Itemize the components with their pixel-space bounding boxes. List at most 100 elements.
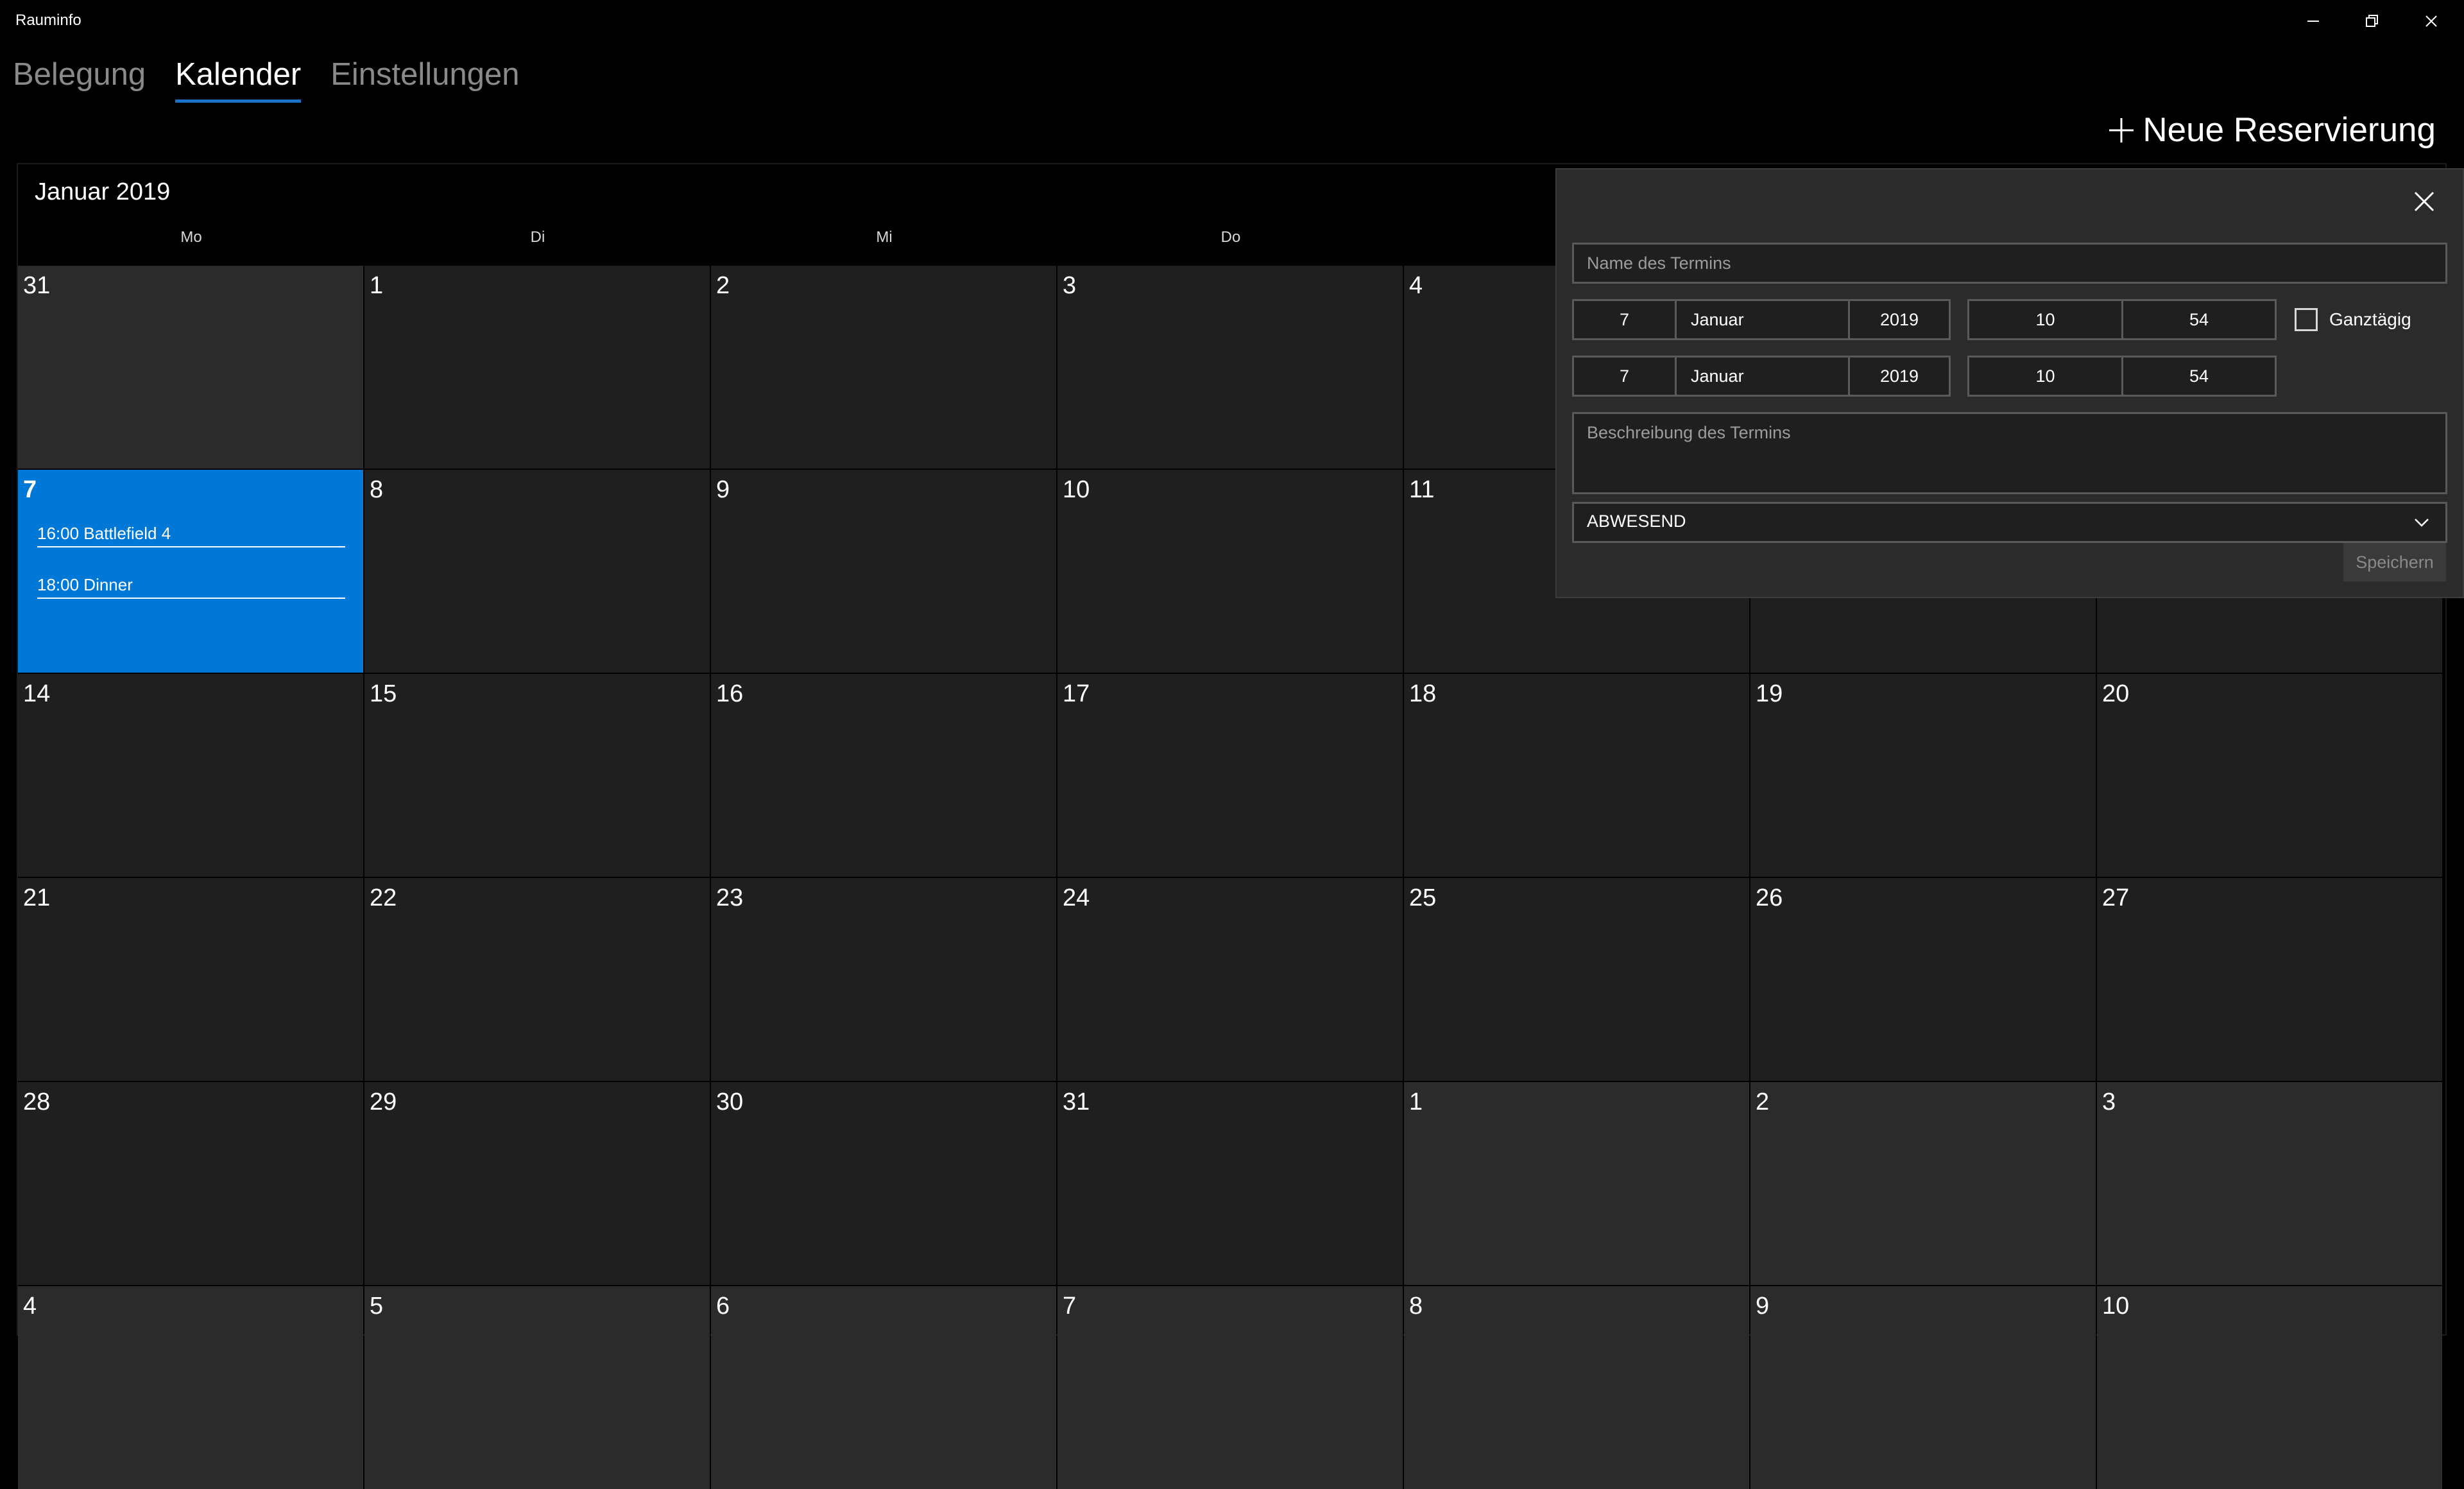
restore-button[interactable] — [2343, 0, 2401, 42]
tab-kalender[interactable]: Kalender — [175, 53, 316, 103]
weekday-label: Mo — [180, 228, 202, 246]
day-number: 4 — [23, 1293, 37, 1320]
day-number: 3 — [1063, 272, 1077, 299]
end-time-picker[interactable]: 10 54 — [1967, 356, 2277, 397]
end-minute[interactable]: 54 — [2123, 357, 2275, 395]
calendar-day[interactable]: 10 — [1057, 470, 1403, 673]
event-name-input[interactable]: Name des Termins — [1572, 243, 2447, 284]
day-number: 10 — [2102, 1293, 2130, 1320]
end-day[interactable]: 7 — [1574, 357, 1677, 395]
day-number: 3 — [2102, 1089, 2116, 1115]
event-name-placeholder: Name des Termins — [1587, 254, 1731, 273]
day-number: 9 — [1756, 1293, 1770, 1320]
tab-belegung[interactable]: Belegung — [13, 53, 161, 101]
calendar-day[interactable]: 30 — [711, 1082, 1056, 1285]
weekday-label: Di — [530, 228, 545, 246]
day-number: 27 — [2102, 884, 2130, 911]
close-dialog-icon[interactable] — [2411, 189, 2437, 214]
day-number: 7 — [1063, 1293, 1077, 1320]
calendar-day[interactable]: 7 — [1057, 1286, 1403, 1489]
calendar-day[interactable]: 6 — [711, 1286, 1056, 1489]
start-day[interactable]: 7 — [1574, 301, 1677, 338]
calendar-day[interactable]: 20 — [2097, 674, 2442, 877]
day-number: 5 — [370, 1293, 384, 1320]
calendar-day-today[interactable]: 7 16:00 Battlefield 4 18:00 Dinner — [18, 470, 363, 673]
day-number: 22 — [370, 884, 397, 911]
status-dropdown[interactable]: ABWESEND — [1572, 502, 2447, 543]
calendar-day[interactable]: 8 — [364, 470, 710, 673]
all-day-checkbox[interactable] — [2295, 308, 2318, 331]
day-number: 8 — [1409, 1293, 1423, 1320]
day-number: 31 — [1063, 1089, 1090, 1115]
calendar-day[interactable]: 31 — [18, 266, 363, 469]
calendar-day[interactable]: 25 — [1404, 878, 1749, 1081]
calendar-day[interactable]: 17 — [1057, 674, 1403, 877]
day-number: 23 — [716, 884, 744, 911]
calendar-day[interactable]: 23 — [711, 878, 1056, 1081]
calendar-day[interactable]: 22 — [364, 878, 710, 1081]
calendar-day[interactable]: 18 — [1404, 674, 1749, 877]
calendar-day[interactable]: 2 — [711, 266, 1056, 469]
day-number: 31 — [23, 272, 51, 299]
calendar-day[interactable]: 1 — [364, 266, 710, 469]
day-number: 10 — [1063, 476, 1090, 503]
calendar-day[interactable]: 24 — [1057, 878, 1403, 1081]
calendar-event[interactable]: 18:00 Dinner — [37, 575, 345, 599]
start-time-picker[interactable]: 10 54 — [1967, 299, 2277, 340]
calendar-day[interactable]: 19 — [1750, 674, 2096, 877]
day-number: 21 — [23, 884, 51, 911]
calendar-day[interactable]: 2 — [1750, 1082, 2096, 1285]
calendar-day[interactable]: 9 — [1750, 1286, 2096, 1489]
save-button[interactable]: Speichern — [2343, 543, 2446, 581]
day-number: 8 — [370, 476, 384, 503]
day-number: 4 — [1409, 272, 1423, 299]
weekday-label: Mi — [876, 228, 893, 246]
day-number: 16 — [716, 680, 744, 707]
calendar-day[interactable]: 28 — [18, 1082, 363, 1285]
calendar-day[interactable]: 29 — [364, 1082, 710, 1285]
calendar-day[interactable]: 3 — [2097, 1082, 2442, 1285]
day-number: 1 — [1409, 1089, 1423, 1115]
day-number: 18 — [1409, 680, 1437, 707]
close-icon — [2426, 15, 2437, 27]
restore-icon — [2366, 15, 2378, 27]
calendar-day[interactable]: 26 — [1750, 878, 2096, 1081]
calendar-day[interactable]: 1 — [1404, 1082, 1749, 1285]
start-year[interactable]: 2019 — [1850, 301, 1949, 338]
day-number: 25 — [1409, 884, 1437, 911]
calendar-day[interactable]: 31 — [1057, 1082, 1403, 1285]
event-description-input[interactable]: Beschreibung des Termins — [1572, 412, 2447, 494]
close-window-button[interactable] — [2402, 0, 2460, 42]
calendar-day[interactable]: 3 — [1057, 266, 1403, 469]
calendar-day[interactable]: 21 — [18, 878, 363, 1081]
start-month[interactable]: Januar — [1677, 301, 1850, 338]
calendar-day[interactable]: 16 — [711, 674, 1056, 877]
start-hour[interactable]: 10 — [1969, 301, 2123, 338]
calendar-day[interactable]: 4 — [18, 1286, 363, 1489]
calendar-day[interactable]: 10 — [2097, 1286, 2442, 1489]
calendar-day[interactable]: 8 — [1404, 1286, 1749, 1489]
day-number: 6 — [716, 1293, 730, 1320]
calendar-event[interactable]: 16:00 Battlefield 4 — [37, 524, 345, 547]
tab-einstellungen[interactable]: Einstellungen — [330, 53, 535, 101]
end-year[interactable]: 2019 — [1850, 357, 1949, 395]
calendar-day[interactable]: 15 — [364, 674, 710, 877]
minimize-icon — [2307, 21, 2319, 22]
calendar-day[interactable]: 14 — [18, 674, 363, 877]
new-reservation-button[interactable]: Neue Reservierung — [2107, 110, 2436, 150]
calendar-day[interactable]: 9 — [711, 470, 1056, 673]
month-label: Januar 2019 — [35, 178, 171, 205]
day-number: 29 — [370, 1089, 397, 1115]
end-date-picker[interactable]: 7 Januar 2019 — [1572, 356, 1951, 397]
minimize-button[interactable] — [2284, 0, 2342, 42]
calendar-day[interactable]: 27 — [2097, 878, 2442, 1081]
start-minute[interactable]: 54 — [2123, 301, 2275, 338]
end-hour[interactable]: 10 — [1969, 357, 2123, 395]
day-number: 20 — [2102, 680, 2130, 707]
day-number: 19 — [1756, 680, 1783, 707]
start-date-picker[interactable]: 7 Januar 2019 — [1572, 299, 1951, 340]
day-number: 11 — [1409, 476, 1435, 503]
day-number: 1 — [370, 272, 384, 299]
end-month[interactable]: Januar — [1677, 357, 1850, 395]
calendar-day[interactable]: 5 — [364, 1286, 710, 1489]
